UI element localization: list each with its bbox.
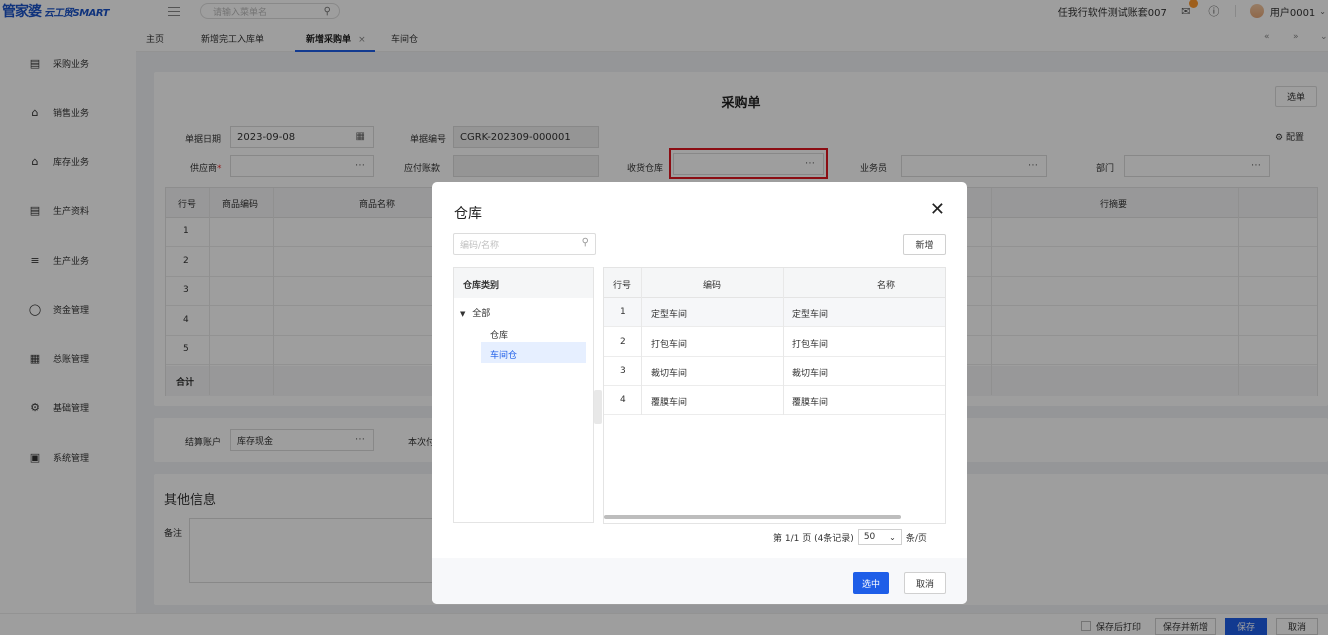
- caret-down-icon[interactable]: ▼: [460, 310, 465, 318]
- per-page-label: 条/页: [905, 533, 927, 544]
- table-row[interactable]: 3 裁切车间 裁切车间: [604, 357, 945, 386]
- cell-row-no: 4: [620, 395, 626, 405]
- cell-code: 覆膜车间: [651, 398, 688, 408]
- cell-row-no: 2: [620, 337, 626, 347]
- table-row[interactable]: 1 定型车间 定型车间: [604, 298, 945, 327]
- col-row-no: 行号: [613, 281, 632, 291]
- cell-name: 裁切车间: [792, 369, 829, 379]
- warehouse-table: 行号 编码 名称 1 定型车间 定型车间 2 打包车间 打包车间 3 裁切车间 …: [603, 267, 946, 524]
- cell-row-no: 3: [620, 366, 626, 376]
- cell-row-no: 1: [620, 307, 626, 317]
- pagination: 第 1/1 页 (4条记录) 50 ⌄ 条/页: [773, 529, 927, 545]
- column-divider: [783, 268, 784, 415]
- confirm-select-button[interactable]: 选中: [853, 572, 889, 594]
- warehouse-category-tree: 仓库类别 ▼ 全部 仓库 车间仓: [453, 267, 594, 523]
- col-code: 编码: [703, 281, 722, 291]
- warehouse-picker-dialog: 仓库 ✕ 编码/名称 ⚲ 新增 仓库类别 ▼ 全部 仓库 车间仓 行号 编码 名…: [432, 182, 967, 604]
- panel-splitter[interactable]: [594, 390, 602, 424]
- cell-name: 打包车间: [792, 340, 829, 350]
- cell-code: 定型车间: [651, 310, 688, 320]
- search-placeholder: 编码/名称: [460, 240, 500, 251]
- dialog-footer: 选中 取消: [432, 558, 967, 604]
- chevron-down-icon: ⌄: [889, 532, 896, 542]
- horizontal-scrollbar[interactable]: [604, 515, 901, 519]
- table-row[interactable]: 2 打包车间 打包车间: [604, 328, 945, 357]
- tree-node-label: 全部: [472, 309, 491, 319]
- warehouse-search-input[interactable]: 编码/名称 ⚲: [453, 233, 596, 255]
- table-row[interactable]: 4 覆膜车间 覆膜车间: [604, 386, 945, 415]
- tree-header: 仓库类别: [454, 268, 593, 298]
- cell-code: 打包车间: [651, 340, 688, 350]
- page-size-value: 50: [863, 532, 876, 542]
- tree-node-warehouse[interactable]: 仓库: [490, 328, 508, 341]
- add-warehouse-button[interactable]: 新增: [903, 234, 946, 255]
- tree-node-all[interactable]: ▼ 全部: [460, 306, 490, 319]
- search-icon[interactable]: ⚲: [582, 237, 589, 248]
- cell-name: 定型车间: [792, 310, 829, 320]
- col-name: 名称: [877, 281, 896, 291]
- dialog-cancel-button[interactable]: 取消: [904, 572, 946, 594]
- column-divider: [641, 268, 642, 415]
- page-size-select[interactable]: 50 ⌄: [857, 529, 902, 545]
- table-header: 行号 编码 名称: [604, 268, 945, 298]
- dialog-title: 仓库: [454, 206, 482, 222]
- close-icon[interactable]: ✕: [930, 199, 945, 220]
- pager-summary: 第 1/1 页 (4条记录): [773, 533, 854, 544]
- cell-code: 裁切车间: [651, 369, 688, 379]
- tree-node-workshop[interactable]: 车间仓: [490, 348, 517, 361]
- cell-name: 覆膜车间: [792, 398, 829, 408]
